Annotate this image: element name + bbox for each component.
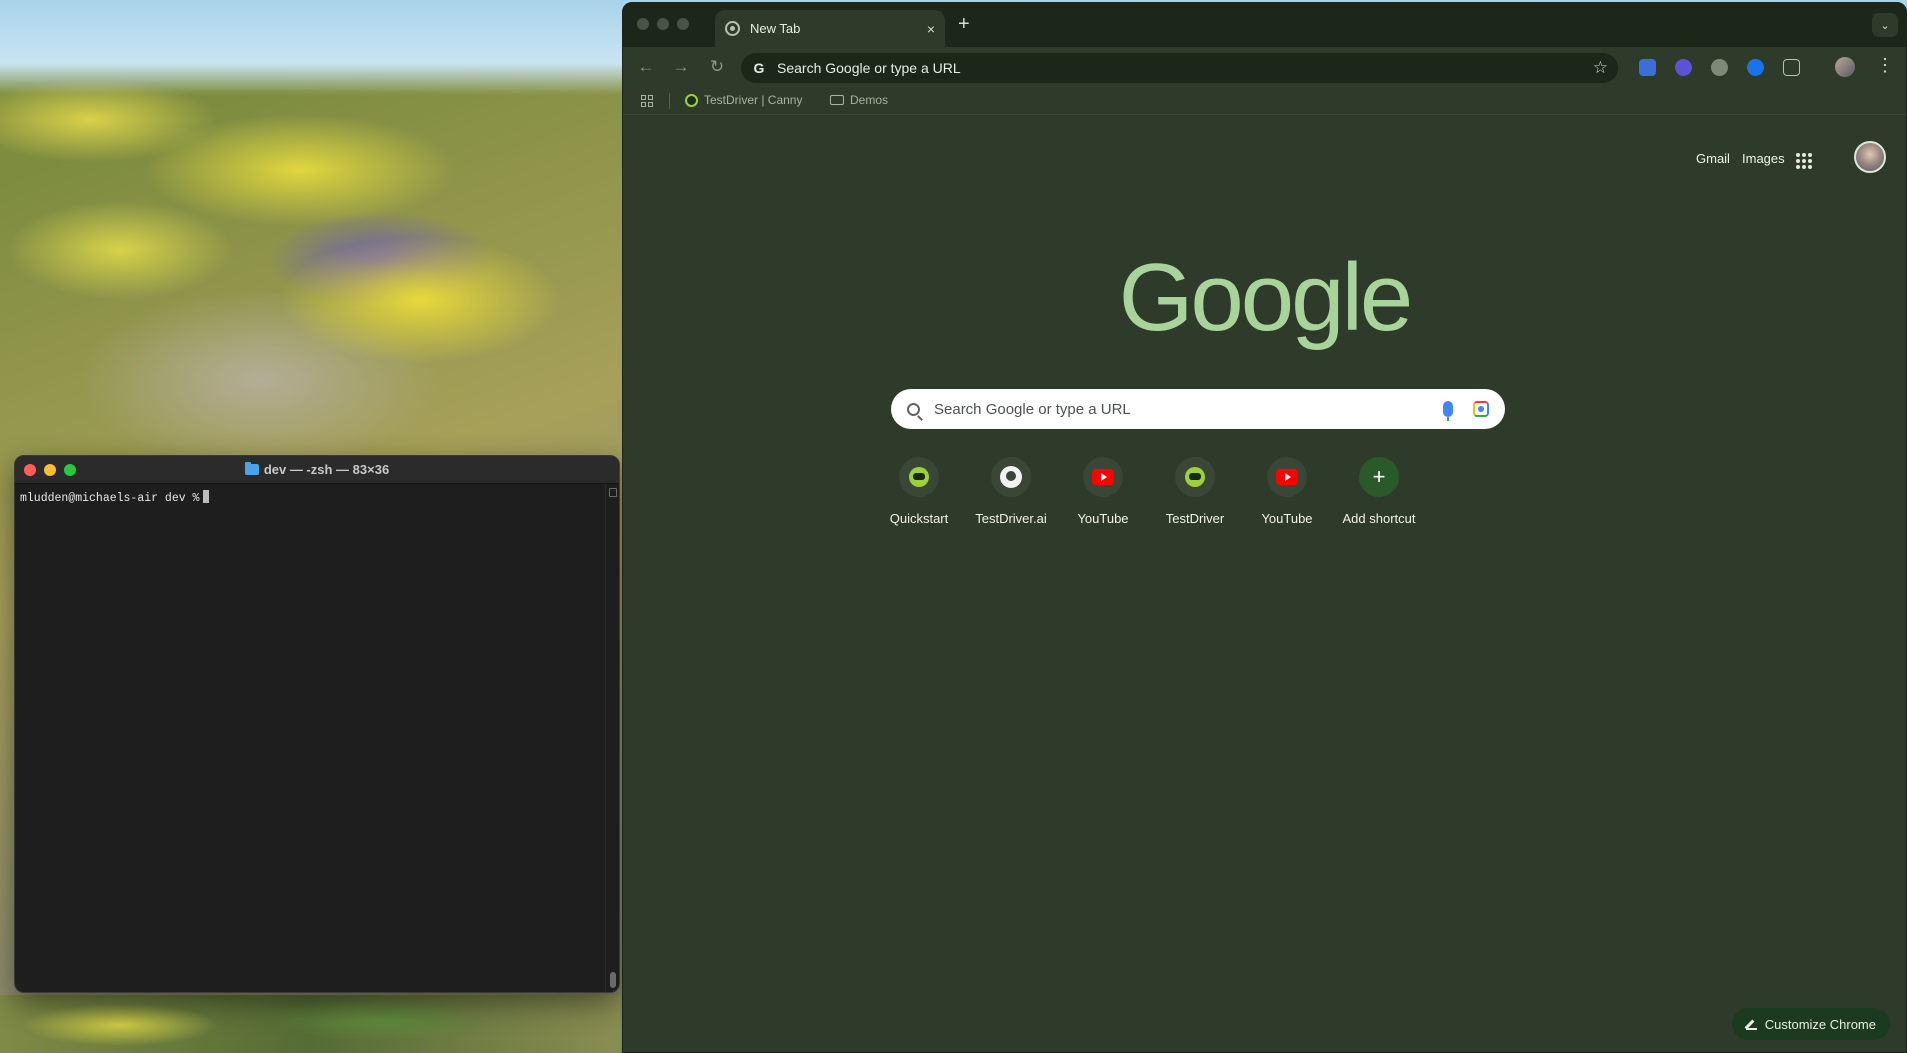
- scroll-marker-icon: [609, 488, 617, 497]
- terminal-title: dev — -zsh — 83×36: [244, 462, 390, 477]
- terminal-output[interactable]: mludden@michaels-air dev %: [15, 484, 605, 992]
- bookmark-star-icon[interactable]: ☆: [1593, 58, 1608, 78]
- terminal-window-controls: [24, 464, 76, 476]
- google-lens-icon[interactable]: [1473, 401, 1489, 417]
- chrome-menu-icon[interactable]: ⋮: [1876, 55, 1894, 76]
- new-tab-button[interactable]: +: [958, 13, 970, 36]
- terminal-window[interactable]: dev — -zsh — 83×36 mludden@michaels-air …: [14, 455, 620, 993]
- images-link[interactable]: Images: [1742, 151, 1785, 166]
- chrome-window-controls: [637, 18, 689, 30]
- terminal-title-text: dev — -zsh — 83×36: [263, 462, 390, 477]
- terminal-titlebar[interactable]: dev — -zsh — 83×36: [15, 456, 619, 484]
- chrome-window[interactable]: New Tab × + ⌄ ← → ↻ G Search Google or t…: [622, 2, 1907, 1053]
- pencil-icon: [1745, 1019, 1757, 1030]
- shortcut-tile: [1267, 457, 1307, 497]
- youtube-icon: [1276, 469, 1298, 485]
- voice-search-icon[interactable]: [1443, 401, 1453, 421]
- google-g-icon: G: [753, 60, 765, 76]
- gmail-link[interactable]: Gmail: [1696, 151, 1730, 166]
- toolbar: ← → ↻ G Search Google or type a URL ☆ ⋮: [623, 47, 1906, 87]
- search-icon: [907, 402, 920, 416]
- folder-icon: [244, 462, 259, 475]
- omnibox[interactable]: G Search Google or type a URL ☆: [741, 53, 1618, 83]
- shortcut-label: Add shortcut: [1342, 511, 1416, 526]
- testdriver-favicon-icon: [685, 93, 698, 107]
- close-tab-icon[interactable]: ×: [927, 21, 935, 37]
- extension-gear-icon[interactable]: [1675, 59, 1692, 76]
- shortcut-testdriver[interactable]: TestDriver: [1149, 457, 1241, 526]
- extension-bulb-icon[interactable]: [1711, 59, 1728, 76]
- back-button[interactable]: ←: [635, 56, 657, 78]
- shortcuts-grid: Quickstart TestDriver.ai YouTube TestDri…: [873, 457, 1513, 557]
- customize-chrome-button[interactable]: Customize Chrome: [1731, 1008, 1890, 1040]
- chrome-favicon-icon: [725, 21, 740, 36]
- bookmark-testdriver-canny[interactable]: TestDriver | Canny: [685, 93, 802, 107]
- shortcut-label: Quickstart: [889, 511, 949, 526]
- profile-avatar[interactable]: [1835, 57, 1855, 77]
- shortcut-tile: [1083, 457, 1123, 497]
- shortcut-label: TestDriver.ai: [975, 511, 1047, 526]
- tab-strip: New Tab × + ⌄: [623, 3, 1906, 47]
- tab-search-button[interactable]: ⌄: [1872, 13, 1898, 37]
- new-tab-page: Gmail Images Google Search Google or typ…: [623, 117, 1906, 1052]
- zoom-window-button[interactable]: [64, 464, 76, 476]
- shortcut-testdriver-ai[interactable]: TestDriver.ai: [965, 457, 1057, 526]
- shortcut-youtube[interactable]: YouTube: [1057, 457, 1149, 526]
- extensions-puzzle-icon[interactable]: [1783, 59, 1800, 76]
- tab-title: New Tab: [750, 21, 801, 36]
- bookmarks-bar: TestDriver | Canny Demos: [623, 87, 1906, 115]
- google-logo: Google: [1118, 244, 1414, 351]
- close-window-button[interactable]: [637, 18, 649, 30]
- desktop-wallpaper-strip: [0, 995, 620, 1053]
- shortcut-tile: [899, 457, 939, 497]
- bookmark-label: Demos: [850, 93, 889, 107]
- scrollbar-thumb[interactable]: [610, 972, 616, 988]
- apps-shortcut-icon[interactable]: [641, 95, 653, 107]
- minimize-window-button[interactable]: [44, 464, 56, 476]
- account-avatar[interactable]: [1854, 141, 1886, 173]
- shortcut-add[interactable]: + Add shortcut: [1333, 457, 1425, 526]
- reload-button[interactable]: ↻: [706, 56, 728, 78]
- google-apps-icon[interactable]: [1796, 153, 1812, 169]
- shortcut-label: TestDriver: [1165, 511, 1225, 526]
- ntp-search-input[interactable]: Search Google or type a URL: [934, 401, 1443, 418]
- github-icon: [1000, 466, 1022, 488]
- shortcut-youtube[interactable]: YouTube: [1241, 457, 1333, 526]
- shortcut-tile: [1175, 457, 1215, 497]
- testdriver-icon: [1185, 467, 1205, 487]
- terminal-prompt: mludden@michaels-air dev %: [20, 492, 200, 505]
- tab-new-tab[interactable]: New Tab ×: [715, 10, 945, 47]
- shortcut-quickstart[interactable]: Quickstart: [873, 457, 965, 526]
- forward-button[interactable]: →: [670, 56, 692, 78]
- minimize-window-button[interactable]: [657, 18, 669, 30]
- close-window-button[interactable]: [24, 464, 36, 476]
- shortcut-label: YouTube: [1077, 511, 1129, 526]
- zoom-window-button[interactable]: [677, 18, 689, 30]
- text-cursor: [203, 490, 210, 503]
- customize-chrome-label: Customize Chrome: [1764, 1016, 1876, 1032]
- terminal-scrollbar[interactable]: [605, 484, 619, 992]
- plus-icon: +: [1359, 457, 1399, 497]
- extension-blue-icon[interactable]: [1747, 59, 1764, 76]
- shortcut-tile: [991, 457, 1031, 497]
- omnibox-placeholder[interactable]: Search Google or type a URL: [777, 60, 1593, 76]
- testdriver-icon: [909, 467, 929, 487]
- youtube-icon: [1092, 469, 1114, 485]
- bookmarks-divider: [669, 93, 670, 109]
- bookmark-folder-demos[interactable]: Demos: [830, 93, 888, 107]
- bookmark-label: TestDriver | Canny: [704, 93, 803, 107]
- shortcut-label: YouTube: [1261, 511, 1313, 526]
- extension-shield-icon[interactable]: [1639, 59, 1656, 76]
- ntp-search-box[interactable]: Search Google or type a URL: [891, 389, 1505, 429]
- folder-icon: [830, 95, 844, 105]
